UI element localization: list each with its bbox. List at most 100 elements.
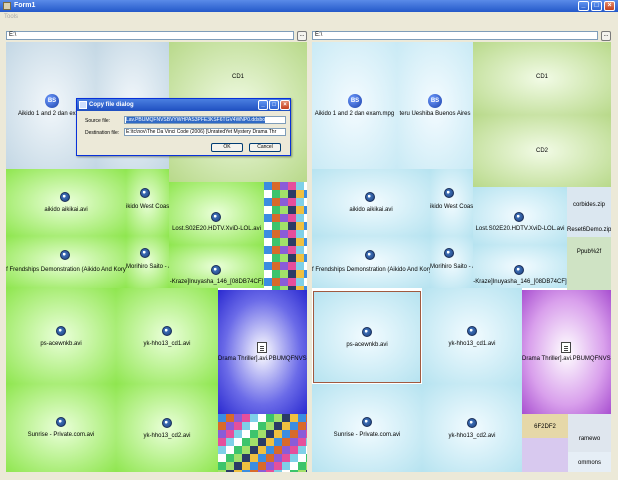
tile-framework[interactable]: ramewo	[568, 414, 611, 452]
tile-friendships-right[interactable]: f Frendships Demonstration (Aikido And K…	[312, 236, 430, 288]
mosaic-cell	[234, 446, 242, 454]
tile-corbides[interactable]: corbides.zip	[567, 187, 611, 212]
dialog-close-button[interactable]: ×	[280, 100, 290, 110]
mosaic-cell	[288, 246, 296, 254]
left-browse-button[interactable]: ...	[297, 31, 307, 41]
mosaic-cell	[264, 230, 272, 238]
tile-yk-hho13-cd2-right[interactable]: yk-hho13_cd2.avi	[422, 384, 522, 472]
mosaic-cell	[218, 446, 226, 454]
tile-yk-hho13-cd1-right[interactable]: yk-hho13_cd1.avi	[422, 288, 522, 384]
mosaic-cell	[306, 430, 307, 438]
mosaic-cell	[274, 454, 282, 462]
mosaic-cell	[242, 470, 250, 472]
thumbnail-mosaic[interactable]	[264, 182, 307, 290]
mosaic-cell	[234, 414, 242, 422]
media-file-icon	[514, 212, 524, 222]
cancel-button[interactable]: Cancel	[249, 143, 281, 152]
tile-aikido-mpg-right[interactable]: BS Aikido 1 and 2 dan exam.mpg	[312, 42, 397, 169]
tile-sunrise[interactable]: Sunrise - Private.com.avi	[6, 384, 116, 472]
tile-commons[interactable]: ommons	[568, 452, 611, 472]
mosaic-cell	[306, 422, 307, 430]
tile-yk-hho13-cd2[interactable]: yk-hho13_cd2.avi	[116, 384, 218, 472]
tile-bf-2[interactable]	[522, 438, 568, 472]
ok-button[interactable]: OK	[211, 143, 243, 152]
mosaic-cell	[242, 422, 250, 430]
tile-ps-acewnkb-right[interactable]: ps-acewnkb.avi	[313, 291, 421, 383]
tile-inuyasha[interactable]: -Kraze]Inuyasha_146_[08DB74CF]	[169, 245, 264, 288]
right-browse-button[interactable]: ...	[601, 31, 611, 41]
tile-yk-hho13-cd1[interactable]: yk-hho13_cd1.avi	[116, 288, 218, 384]
tile-lost[interactable]: Lost.S02E20.HDTV.XviD-LOL.avi	[169, 182, 264, 245]
tile-lost-right[interactable]: Lost.S02E20.HDTV.XviD-LOL.avi	[473, 187, 567, 245]
mosaic-cell	[258, 446, 266, 454]
tile-inuyasha-right[interactable]: -Kraze]Inuyasha_146_[08DB74CF]	[473, 245, 567, 288]
mosaic-cell	[304, 190, 307, 198]
tile-aikido-aikikai[interactable]: aikido aikikai.avi	[6, 169, 126, 236]
dialog-icon	[79, 101, 87, 109]
media-file-icon	[60, 192, 70, 202]
mosaic-cell	[296, 246, 304, 254]
thumbnail-mosaic-bottom[interactable]	[218, 414, 307, 472]
dialog-title: Copy file dialog	[89, 102, 134, 108]
mosaic-cell	[226, 454, 234, 462]
tile-sunrise-right[interactable]: Sunrise - Private.com.avi	[312, 384, 422, 472]
tile-ps-acewnkb[interactable]: ps-acewnkb.avi	[6, 288, 116, 384]
mosaic-cell	[282, 454, 290, 462]
mosaic-cell	[288, 254, 296, 262]
tile-aikido-west[interactable]: ikido West Coas	[126, 169, 169, 236]
mosaic-cell	[234, 422, 242, 430]
mosaic-cell	[306, 454, 307, 462]
dialog-maximize-button[interactable]: □	[269, 100, 279, 110]
dialog-minimize-button[interactable]: _	[258, 100, 268, 110]
mosaic-cell	[250, 462, 258, 470]
mosaic-cell	[296, 230, 304, 238]
mosaic-cell	[280, 270, 288, 278]
tile-ueshiba-right[interactable]: BS teru Ueshiba Buenos Aires	[397, 42, 473, 169]
media-file-icon	[211, 212, 221, 222]
close-button[interactable]: ×	[604, 1, 615, 11]
tile-drama-right[interactable]: Drama Thriller].avi.PBUMQFNVSi	[522, 290, 611, 414]
tile-bf[interactable]: 6F2DF2	[522, 414, 568, 438]
mosaic-cell	[280, 278, 288, 286]
tile-aikido-aikikai-right[interactable]: aikido aikikai.avi	[312, 169, 430, 236]
mosaic-cell	[266, 470, 274, 472]
right-treemap[interactable]: BS Aikido 1 and 2 dan exam.mpg BS teru U…	[312, 42, 611, 472]
menu-item-tools[interactable]: Tools	[4, 14, 18, 20]
mosaic-cell	[250, 446, 258, 454]
tile-pub[interactable]: Ppub%2f	[567, 237, 611, 290]
mosaic-cell	[226, 414, 234, 422]
tile-aikido-west-right[interactable]: ikido West Coas	[430, 169, 473, 236]
source-field[interactable]: Lav.PBUMQFNVSBVYWHPAS3PFE3KSF6TGV4WNP0.d…	[124, 116, 286, 124]
document-icon	[561, 342, 571, 353]
mosaic-cell	[218, 454, 226, 462]
tile-morihiro[interactable]: Morihiro Saito - /	[126, 236, 169, 288]
mosaic-cell	[288, 190, 296, 198]
mosaic-cell	[264, 190, 272, 198]
mosaic-cell	[304, 270, 307, 278]
tile-drama[interactable]: Drama Thriller].avi.PBUMQFNVSi	[218, 290, 307, 414]
mosaic-cell	[242, 462, 250, 470]
mosaic-cell	[272, 254, 280, 262]
mosaic-cell	[264, 238, 272, 246]
mosaic-cell	[296, 206, 304, 214]
tile-morihiro-right[interactable]: Morihiro Saito - /	[430, 236, 473, 288]
tile-cd1-right[interactable]: CD1	[473, 42, 611, 115]
mosaic-cell	[298, 470, 306, 472]
tile-cd2-right[interactable]: CD2	[473, 115, 611, 187]
mosaic-cell	[296, 222, 304, 230]
tile-friendships[interactable]: f Frendships Demonstration (Aikido And K…	[6, 236, 126, 288]
mosaic-cell	[272, 222, 280, 230]
mosaic-cell	[226, 422, 234, 430]
mosaic-cell	[296, 270, 304, 278]
media-file-icon	[362, 327, 372, 337]
minimize-button[interactable]: _	[578, 1, 589, 11]
tile-reset[interactable]: Reset6Demo.zip	[567, 212, 611, 237]
maximize-button[interactable]: □	[591, 1, 602, 11]
destination-field[interactable]: E:\tc\nov\The Da Vinci Code (2006) [Unra…	[124, 128, 286, 136]
left-path-input[interactable]: E:\	[6, 31, 294, 40]
media-file-icon	[140, 188, 150, 198]
mosaic-cell	[264, 222, 272, 230]
mosaic-cell	[282, 446, 290, 454]
right-path-input[interactable]: E:\	[312, 31, 598, 40]
bs-icon: BS	[348, 94, 362, 108]
